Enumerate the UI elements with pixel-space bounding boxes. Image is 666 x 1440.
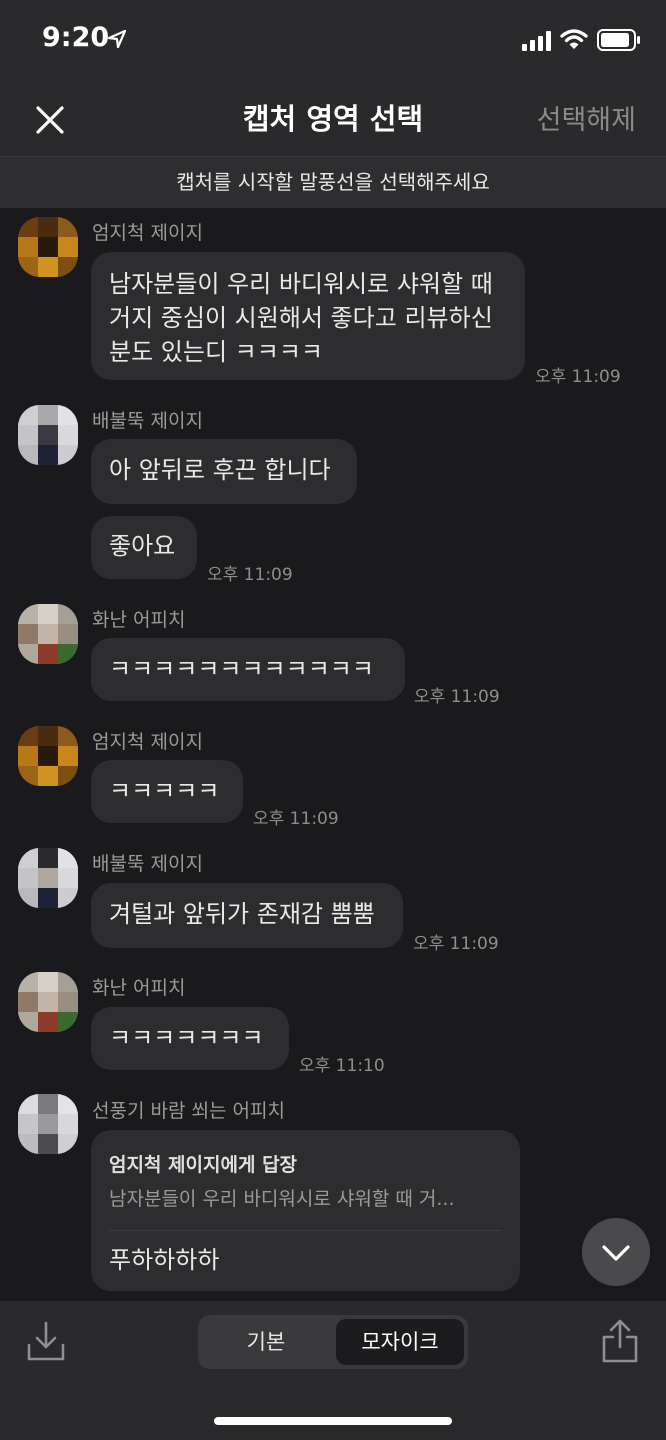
chat-message-list[interactable]: 엄지척 제이지 남자분들이 우리 바디워시로 샤워할 때 거지 중심이 시원해서… <box>0 208 666 1301</box>
capture-instruction-banner: 캡처를 시작할 말풍선을 선택해주세요 <box>0 156 666 209</box>
home-indicator <box>214 1417 452 1425</box>
message-time: 오후 11:09 <box>253 809 339 829</box>
avatar[interactable] <box>18 217 78 277</box>
avatar[interactable] <box>18 604 78 664</box>
avatar[interactable] <box>18 405 78 465</box>
sender-name: 화난 어피치 <box>92 977 186 999</box>
chevron-down-icon <box>602 1245 630 1261</box>
message-text: 좋아요 <box>109 532 176 560</box>
message-text: ㅋㅋㅋㅋㅋㅋㅋ <box>109 1024 264 1052</box>
basic-mode-tab[interactable]: 기본 <box>198 1315 334 1369</box>
location-arrow-icon <box>108 30 126 48</box>
message-line: 남자분들이 우리 바디워시로 샤워할 때 <box>109 270 493 298</box>
message-line: 거지 중심이 시원해서 좋다고 리뷰하신 <box>109 304 493 332</box>
mode-segmented-control: 기본 모자이크 <box>198 1315 468 1369</box>
message-text: ㅋㅋㅋㅋㅋㅋㅋㅋㅋㅋㅋㅋ <box>109 655 374 683</box>
message-text: 겨털과 앞뒤가 존재감 뿜뿜 <box>109 900 375 928</box>
message-bubble[interactable]: ㅋㅋㅋㅋㅋㅋㅋ <box>91 1007 289 1070</box>
deselect-button[interactable]: 선택해제 <box>537 98 636 137</box>
message-bubble[interactable]: ㅋㅋㅋㅋㅋㅋㅋㅋㅋㅋㅋㅋ <box>91 638 405 701</box>
mosaic-mode-tab[interactable]: 모자이크 <box>336 1319 464 1365</box>
avatar[interactable] <box>18 1094 78 1154</box>
sender-name: 엄지척 제이지 <box>92 222 203 244</box>
sender-name: 엄지척 제이지 <box>92 731 203 753</box>
status-time: 9:20 <box>42 22 110 53</box>
scroll-to-bottom-button[interactable] <box>582 1218 650 1286</box>
message-text: 아 앞뒤로 후끈 합니다 <box>109 456 331 484</box>
battery-icon <box>597 29 640 51</box>
wifi-icon <box>560 29 588 49</box>
message-bubble[interactable]: 남자분들이 우리 바디워시로 샤워할 때 거지 중심이 시원해서 좋다고 리뷰하… <box>91 252 525 380</box>
message-bubble[interactable]: 겨털과 앞뒤가 존재감 뿜뿜 <box>91 883 403 948</box>
message-bubble[interactable]: ㅋㅋㅋㅋㅋ <box>91 760 243 823</box>
message-time: 오후 11:09 <box>413 934 499 954</box>
sender-name: 화난 어피치 <box>92 609 186 631</box>
avatar[interactable] <box>18 726 78 786</box>
message-time: 오후 11:09 <box>535 367 621 387</box>
sender-name: 배불뚝 제이지 <box>92 410 203 432</box>
download-icon[interactable] <box>26 1319 66 1363</box>
message-bubble[interactable]: 좋아요 <box>91 516 197 579</box>
reply-quote: 남자분들이 우리 바디워시로 샤워할 때 거... <box>109 1188 455 1210</box>
status-bar: 9:20 <box>0 0 666 80</box>
bottom-toolbar: 기본 모자이크 <box>0 1301 666 1440</box>
share-icon[interactable] <box>600 1317 640 1365</box>
sender-name: 배불뚝 제이지 <box>92 853 203 875</box>
reply-divider <box>109 1230 502 1231</box>
message-time: 오후 11:09 <box>207 565 293 585</box>
message-line: 분도 있는디 ㅋㅋㅋㅋ <box>109 338 323 366</box>
message-bubble[interactable]: 아 앞뒤로 후끈 합니다 <box>91 439 357 504</box>
sender-name: 선풍기 바람 쐬는 어피치 <box>92 1100 285 1122</box>
message-time: 오후 11:10 <box>299 1056 385 1076</box>
message-text: ㅋㅋㅋㅋㅋ <box>109 777 220 805</box>
reply-target: 엄지척 제이지에게 답장 <box>109 1154 298 1176</box>
message-text: 푸하하하하 <box>109 1246 220 1274</box>
signal-icon <box>522 31 551 51</box>
reply-message-bubble[interactable]: 엄지척 제이지에게 답장 남자분들이 우리 바디워시로 샤워할 때 거... 푸… <box>91 1130 520 1291</box>
navigation-bar: 캡처 영역 선택 선택해제 <box>0 80 666 156</box>
avatar[interactable] <box>18 972 78 1032</box>
message-time: 오후 11:09 <box>414 687 500 707</box>
avatar[interactable] <box>18 848 78 908</box>
